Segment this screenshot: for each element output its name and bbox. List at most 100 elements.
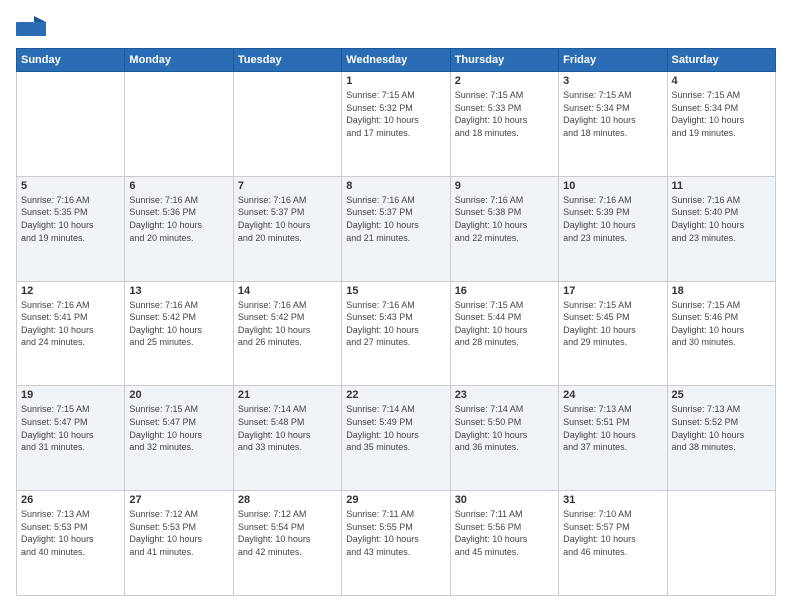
day-info: Sunrise: 7:16 AM Sunset: 5:43 PM Dayligh…: [346, 299, 445, 349]
calendar-cell: 8 Sunrise: 7:16 AM Sunset: 5:37 PM Daylig…: [342, 176, 450, 281]
calendar-cell: 23 Sunrise: 7:14 AM Sunset: 5:50 PM Dayli…: [450, 386, 558, 491]
calendar-cell: [667, 491, 775, 596]
calendar-cell: 3 Sunrise: 7:15 AM Sunset: 5:34 PM Daylig…: [559, 72, 667, 177]
day-info: Sunrise: 7:11 AM Sunset: 5:55 PM Dayligh…: [346, 508, 445, 558]
page: SundayMondayTuesdayWednesdayThursdayFrid…: [0, 0, 792, 612]
day-info: Sunrise: 7:15 AM Sunset: 5:44 PM Dayligh…: [455, 299, 554, 349]
calendar-cell: 7 Sunrise: 7:16 AM Sunset: 5:37 PM Daylig…: [233, 176, 341, 281]
calendar-cell: 9 Sunrise: 7:16 AM Sunset: 5:38 PM Daylig…: [450, 176, 558, 281]
day-number: 12: [21, 285, 120, 297]
calendar-cell: 1 Sunrise: 7:15 AM Sunset: 5:32 PM Daylig…: [342, 72, 450, 177]
day-number: 14: [238, 285, 337, 297]
calendar-cell: 28 Sunrise: 7:12 AM Sunset: 5:54 PM Dayli…: [233, 491, 341, 596]
day-info: Sunrise: 7:16 AM Sunset: 5:39 PM Dayligh…: [563, 194, 662, 244]
day-number: 28: [238, 494, 337, 506]
day-number: 24: [563, 389, 662, 401]
calendar-cell: 10 Sunrise: 7:16 AM Sunset: 5:39 PM Dayli…: [559, 176, 667, 281]
calendar-cell: 29 Sunrise: 7:11 AM Sunset: 5:55 PM Dayli…: [342, 491, 450, 596]
day-info: Sunrise: 7:16 AM Sunset: 5:42 PM Dayligh…: [238, 299, 337, 349]
day-info: Sunrise: 7:13 AM Sunset: 5:52 PM Dayligh…: [672, 403, 771, 453]
day-info: Sunrise: 7:16 AM Sunset: 5:42 PM Dayligh…: [129, 299, 228, 349]
day-number: 2: [455, 75, 554, 87]
day-number: 23: [455, 389, 554, 401]
day-number: 25: [672, 389, 771, 401]
calendar-cell: 22 Sunrise: 7:14 AM Sunset: 5:49 PM Dayli…: [342, 386, 450, 491]
weekday-header: Tuesday: [233, 49, 341, 72]
day-number: 4: [672, 75, 771, 87]
day-number: 8: [346, 180, 445, 192]
day-info: Sunrise: 7:16 AM Sunset: 5:35 PM Dayligh…: [21, 194, 120, 244]
day-info: Sunrise: 7:16 AM Sunset: 5:36 PM Dayligh…: [129, 194, 228, 244]
calendar-cell: 19 Sunrise: 7:15 AM Sunset: 5:47 PM Dayli…: [17, 386, 125, 491]
day-number: 16: [455, 285, 554, 297]
calendar-cell: 31 Sunrise: 7:10 AM Sunset: 5:57 PM Dayli…: [559, 491, 667, 596]
weekday-header: Sunday: [17, 49, 125, 72]
day-number: 5: [21, 180, 120, 192]
day-info: Sunrise: 7:14 AM Sunset: 5:50 PM Dayligh…: [455, 403, 554, 453]
calendar-cell: 18Sunrise: 7:15 AM Sunset: 5:46 PM Dayli…: [667, 281, 775, 386]
day-number: 18: [672, 285, 771, 297]
day-number: 1: [346, 75, 445, 87]
day-info: Sunrise: 7:15 AM Sunset: 5:45 PM Dayligh…: [563, 299, 662, 349]
calendar-cell: 20 Sunrise: 7:15 AM Sunset: 5:47 PM Dayli…: [125, 386, 233, 491]
day-info: Sunrise: 7:15 AM Sunset: 5:34 PM Dayligh…: [672, 89, 771, 139]
calendar-cell: 21 Sunrise: 7:14 AM Sunset: 5:48 PM Dayli…: [233, 386, 341, 491]
day-info: Sunrise: 7:12 AM Sunset: 5:54 PM Dayligh…: [238, 508, 337, 558]
day-number: 10: [563, 180, 662, 192]
day-number: 9: [455, 180, 554, 192]
day-info: Sunrise: 7:16 AM Sunset: 5:38 PM Dayligh…: [455, 194, 554, 244]
day-info: Sunrise: 7:12 AM Sunset: 5:53 PM Dayligh…: [129, 508, 228, 558]
calendar-cell: 27 Sunrise: 7:12 AM Sunset: 5:53 PM Dayli…: [125, 491, 233, 596]
logo-icon: [16, 16, 44, 38]
day-info: Sunrise: 7:16 AM Sunset: 5:37 PM Dayligh…: [346, 194, 445, 244]
day-number: 29: [346, 494, 445, 506]
day-info: Sunrise: 7:15 AM Sunset: 5:33 PM Dayligh…: [455, 89, 554, 139]
calendar-table: SundayMondayTuesdayWednesdayThursdayFrid…: [16, 48, 776, 596]
calendar-cell: 16 Sunrise: 7:15 AM Sunset: 5:44 PM Dayli…: [450, 281, 558, 386]
day-info: Sunrise: 7:13 AM Sunset: 5:51 PM Dayligh…: [563, 403, 662, 453]
header: [16, 16, 776, 38]
calendar-cell: [17, 72, 125, 177]
day-info: Sunrise: 7:15 AM Sunset: 5:47 PM Dayligh…: [21, 403, 120, 453]
day-number: 26: [21, 494, 120, 506]
day-info: Sunrise: 7:15 AM Sunset: 5:47 PM Dayligh…: [129, 403, 228, 453]
calendar-cell: 4 Sunrise: 7:15 AM Sunset: 5:34 PM Daylig…: [667, 72, 775, 177]
day-number: 17: [563, 285, 662, 297]
calendar-cell: 2 Sunrise: 7:15 AM Sunset: 5:33 PM Daylig…: [450, 72, 558, 177]
day-info: Sunrise: 7:10 AM Sunset: 5:57 PM Dayligh…: [563, 508, 662, 558]
calendar-cell: 26Sunrise: 7:13 AM Sunset: 5:53 PM Dayli…: [17, 491, 125, 596]
day-info: Sunrise: 7:16 AM Sunset: 5:37 PM Dayligh…: [238, 194, 337, 244]
day-number: 31: [563, 494, 662, 506]
day-number: 27: [129, 494, 228, 506]
weekday-header: Monday: [125, 49, 233, 72]
day-number: 22: [346, 389, 445, 401]
calendar-cell: 30Sunrise: 7:11 AM Sunset: 5:56 PM Dayli…: [450, 491, 558, 596]
logo: [16, 16, 48, 38]
day-number: 30: [455, 494, 554, 506]
weekday-header: Thursday: [450, 49, 558, 72]
day-number: 3: [563, 75, 662, 87]
day-info: Sunrise: 7:15 AM Sunset: 5:34 PM Dayligh…: [563, 89, 662, 139]
day-number: 15: [346, 285, 445, 297]
day-info: Sunrise: 7:16 AM Sunset: 5:40 PM Dayligh…: [672, 194, 771, 244]
day-info: Sunrise: 7:16 AM Sunset: 5:41 PM Dayligh…: [21, 299, 120, 349]
weekday-header: Saturday: [667, 49, 775, 72]
weekday-header: Friday: [559, 49, 667, 72]
calendar-cell: 15 Sunrise: 7:16 AM Sunset: 5:43 PM Dayli…: [342, 281, 450, 386]
day-number: 19: [21, 389, 120, 401]
calendar-cell: 13Sunrise: 7:16 AM Sunset: 5:42 PM Dayli…: [125, 281, 233, 386]
calendar-cell: 6 Sunrise: 7:16 AM Sunset: 5:36 PM Daylig…: [125, 176, 233, 281]
calendar-cell: 12 Sunrise: 7:16 AM Sunset: 5:41 PM Dayli…: [17, 281, 125, 386]
day-info: Sunrise: 7:15 AM Sunset: 5:32 PM Dayligh…: [346, 89, 445, 139]
day-info: Sunrise: 7:14 AM Sunset: 5:49 PM Dayligh…: [346, 403, 445, 453]
day-number: 11: [672, 180, 771, 192]
calendar-cell: 24 Sunrise: 7:13 AM Sunset: 5:51 PM Dayli…: [559, 386, 667, 491]
day-number: 20: [129, 389, 228, 401]
day-number: 7: [238, 180, 337, 192]
day-info: Sunrise: 7:14 AM Sunset: 5:48 PM Dayligh…: [238, 403, 337, 453]
calendar-cell: 17 Sunrise: 7:15 AM Sunset: 5:45 PM Dayli…: [559, 281, 667, 386]
day-number: 6: [129, 180, 228, 192]
calendar-cell: [125, 72, 233, 177]
day-number: 21: [238, 389, 337, 401]
calendar-cell: 11 Sunrise: 7:16 AM Sunset: 5:40 PM Dayli…: [667, 176, 775, 281]
